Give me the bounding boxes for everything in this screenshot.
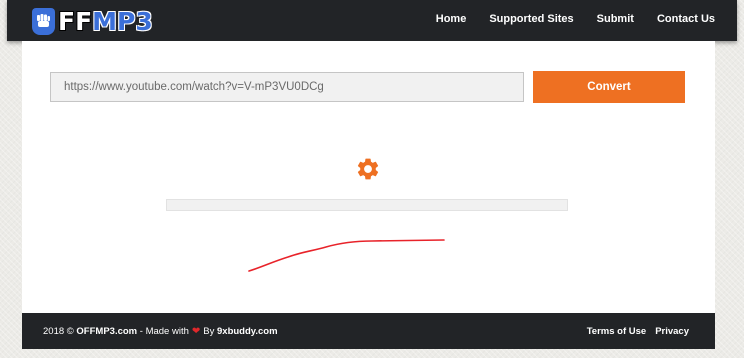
site-footer: 2018 © OFFMP3.com - Made with ❤ By 9xbuddy… <box>22 313 715 349</box>
footer-author-link[interactable]: 9xbuddy.com <box>217 326 278 337</box>
footer-by: By <box>203 325 217 337</box>
footer-credits: 2018 © OFFMP3.com - Made with ❤ By 9xbuddy… <box>43 313 278 349</box>
footer-links: Terms of Use Privacy <box>587 313 689 349</box>
footer-made-with: - Made with <box>137 325 189 337</box>
terms-of-use-link[interactable]: Terms of Use <box>587 326 646 337</box>
heart-icon: ❤ <box>191 325 201 337</box>
red-annotation-stroke <box>248 239 445 272</box>
privacy-link[interactable]: Privacy <box>655 326 689 337</box>
footer-site-link[interactable]: OFFMP3.com <box>76 326 137 337</box>
footer-year: 2018 © <box>43 325 77 337</box>
